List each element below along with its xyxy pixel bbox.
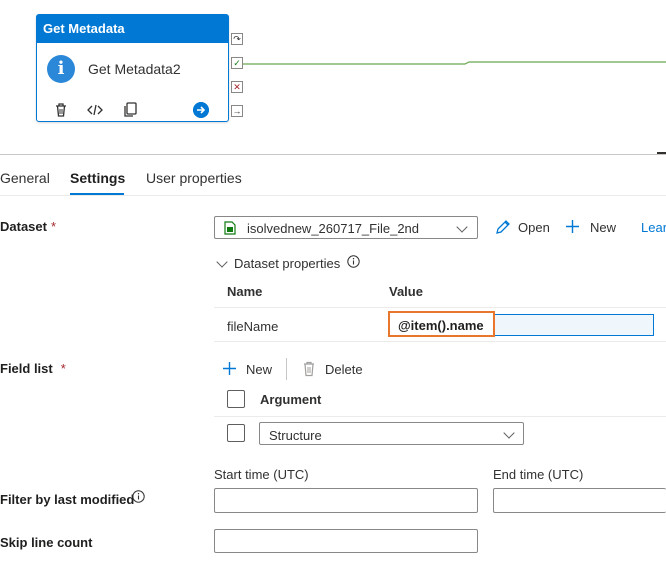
argument-column-header: Argument <box>260 392 322 407</box>
skip-line-count-label: Skip line count <box>0 535 93 550</box>
skip-line-count-input[interactable] <box>214 529 478 553</box>
field-list-label: Field list * <box>0 361 66 376</box>
start-time-label: Start time (UTC) <box>214 467 309 482</box>
code-icon[interactable] <box>86 101 104 119</box>
tabs-divider <box>0 195 666 196</box>
info-tooltip-icon[interactable] <box>347 255 360 268</box>
dataset-dropdown[interactable]: isolvednew_260717_File_2nd <box>214 216 478 239</box>
dataset-dropdown-value: isolvednew_260717_File_2nd <box>247 221 420 236</box>
property-value-text[interactable]: @item().name <box>398 318 484 333</box>
argument-dropdown-value: Structure <box>269 428 322 443</box>
property-name: fileName <box>227 319 279 334</box>
tab-user-properties[interactable]: User properties <box>146 170 242 186</box>
tab-general[interactable]: General <box>0 170 50 186</box>
plus-icon[interactable] <box>565 219 580 234</box>
copy-icon[interactable] <box>121 101 139 119</box>
required-marker: * <box>50 219 57 234</box>
new-dataset-button[interactable]: New <box>590 220 616 235</box>
end-time-label: End time (UTC) <box>493 467 584 482</box>
dataset-file-icon <box>224 221 236 235</box>
row-checkbox[interactable] <box>227 424 245 442</box>
chevron-down-icon <box>456 221 468 233</box>
select-all-checkbox[interactable] <box>227 390 245 408</box>
panel-divider <box>0 154 666 155</box>
tab-settings[interactable]: Settings <box>70 170 125 186</box>
open-button[interactable]: Open <box>518 220 550 235</box>
table-header-divider <box>214 307 666 308</box>
success-connector[interactable] <box>243 61 666 65</box>
required-marker: * <box>60 361 66 376</box>
completion-port-icon[interactable]: → <box>231 105 243 117</box>
get-metadata-activity[interactable]: Get Metadata i Get Metadata2 <box>36 14 229 122</box>
failure-port-icon[interactable]: ✕ <box>231 81 243 93</box>
name-column-header: Name <box>227 284 263 299</box>
go-to-output-icon[interactable] <box>193 102 209 118</box>
dataset-properties-label: Dataset properties <box>234 256 341 271</box>
table-row-divider <box>214 341 666 342</box>
start-time-input[interactable] <box>214 488 478 513</box>
info-tooltip-icon[interactable] <box>132 490 145 503</box>
activity-name: Get Metadata2 <box>88 61 181 77</box>
delete-field-button[interactable]: Delete <box>325 362 363 377</box>
delete-icon[interactable] <box>52 101 70 119</box>
toolbar-separator <box>286 358 287 380</box>
new-field-button[interactable]: New <box>246 362 272 377</box>
delete-icon[interactable] <box>302 361 316 377</box>
pencil-icon[interactable] <box>494 218 512 236</box>
argument-dropdown[interactable]: Structure <box>259 422 524 445</box>
filter-label: Filter by last modified <box>0 492 135 507</box>
chevron-down-icon <box>503 427 515 439</box>
activity-header: Get Metadata <box>37 15 228 43</box>
success-port-icon[interactable]: ✓ <box>231 57 243 69</box>
dataset-label: Dataset * <box>0 219 57 234</box>
chevron-down-icon <box>216 256 228 268</box>
end-time-input[interactable] <box>493 488 666 513</box>
info-icon: i <box>47 55 75 83</box>
learn-more-link[interactable]: Lear <box>641 220 666 235</box>
table-header-divider <box>214 416 666 417</box>
plus-icon[interactable] <box>222 361 237 376</box>
value-column-header: Value <box>389 284 423 299</box>
skipped-port-icon[interactable]: ↷ <box>231 33 243 45</box>
pipeline-canvas[interactable]: Get Metadata i Get Metadata2 ↷ ✓ ✕ → <box>0 0 666 152</box>
